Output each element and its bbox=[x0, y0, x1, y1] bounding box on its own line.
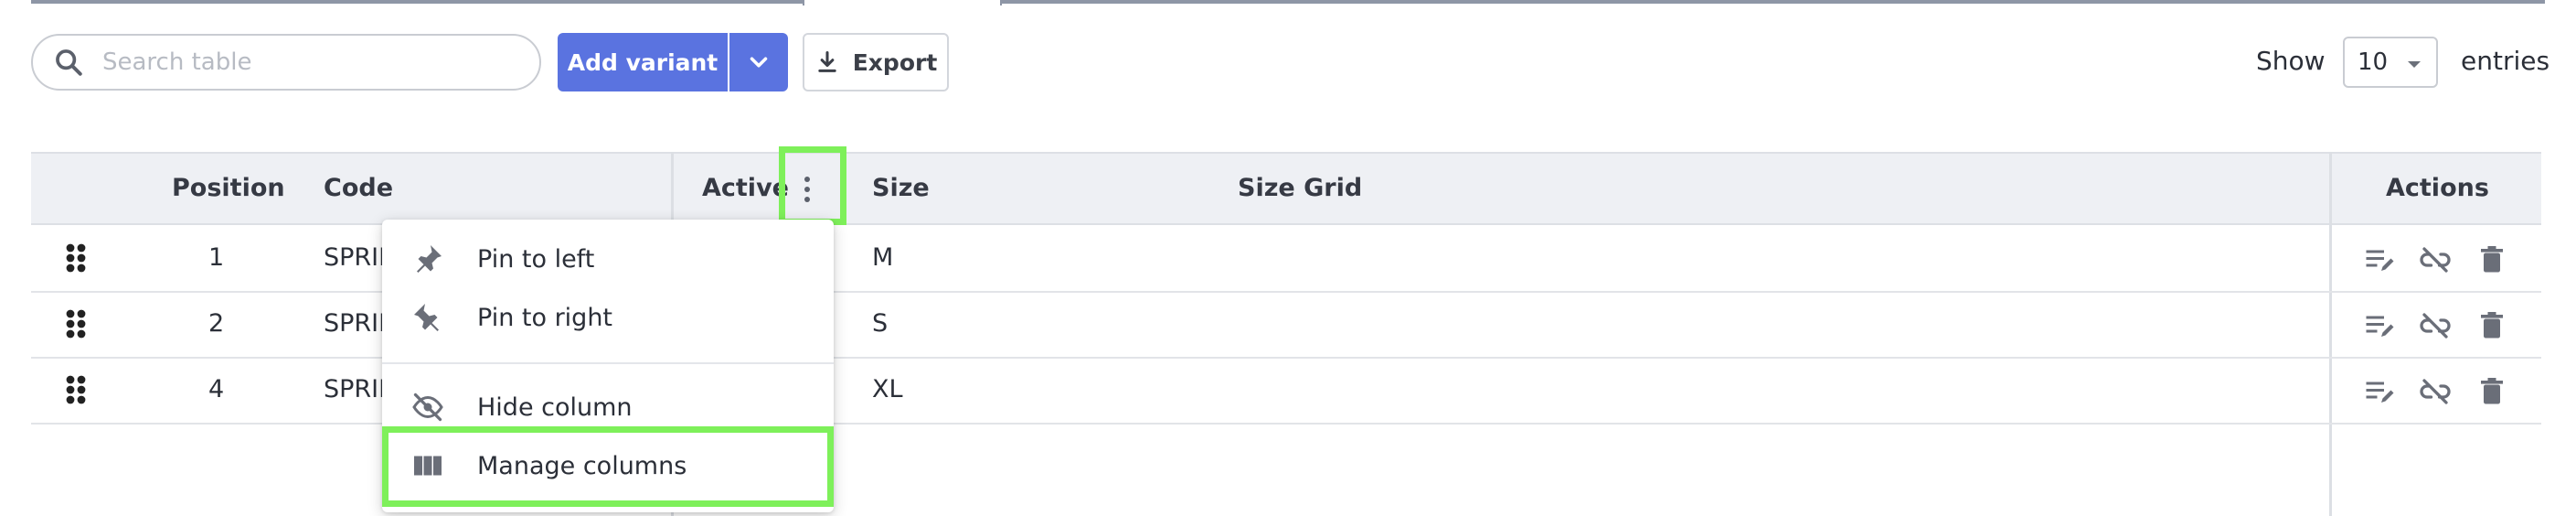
cell-position: 1 bbox=[208, 243, 225, 272]
eye-off-icon bbox=[412, 392, 443, 422]
search-icon bbox=[56, 49, 82, 76]
header-code[interactable]: Code bbox=[324, 174, 393, 202]
cell-position: 2 bbox=[208, 309, 225, 338]
cell-size: M bbox=[872, 243, 894, 272]
highlight-manage-columns bbox=[382, 426, 834, 507]
pin-right-icon bbox=[414, 304, 439, 331]
export-label: Export bbox=[852, 48, 938, 76]
show-label: Show bbox=[2256, 46, 2326, 76]
trash-icon[interactable] bbox=[2475, 309, 2508, 342]
search-box[interactable] bbox=[31, 34, 541, 91]
search-input[interactable] bbox=[101, 48, 506, 77]
entries-select[interactable]: 10 bbox=[2343, 37, 2438, 88]
menu-divider bbox=[382, 362, 834, 364]
add-variant-dropdown-button[interactable] bbox=[729, 33, 788, 91]
cell-size: XL bbox=[872, 375, 903, 403]
unlink-icon[interactable] bbox=[2419, 309, 2452, 342]
entries-value: 10 bbox=[2358, 48, 2389, 76]
download-icon bbox=[818, 50, 836, 72]
trash-icon[interactable] bbox=[2475, 243, 2508, 276]
highlight-kebab bbox=[779, 146, 846, 225]
tab-edge-left bbox=[803, 0, 804, 5]
drag-handle-icon[interactable] bbox=[66, 375, 86, 404]
menu-item-pin-right[interactable]: Pin to right bbox=[382, 289, 834, 346]
menu-label-pin-left: Pin to left bbox=[477, 244, 595, 274]
tab-strip-right bbox=[1000, 0, 2545, 4]
unlink-icon[interactable] bbox=[2419, 375, 2452, 408]
cell-size: S bbox=[872, 309, 889, 338]
caret-down-icon bbox=[2408, 61, 2421, 68]
edit-icon[interactable] bbox=[2362, 309, 2395, 342]
unlink-icon[interactable] bbox=[2419, 243, 2452, 276]
header-position[interactable]: Position bbox=[172, 174, 285, 202]
header-size-grid[interactable]: Size Grid bbox=[1238, 174, 1362, 202]
entries-label: entries bbox=[2461, 46, 2550, 76]
cell-position: 4 bbox=[208, 375, 225, 403]
column-separator[interactable] bbox=[2329, 152, 2332, 516]
menu-item-pin-left[interactable]: Pin to left bbox=[382, 231, 834, 287]
pin-left-icon bbox=[417, 245, 442, 273]
edit-icon[interactable] bbox=[2362, 243, 2395, 276]
menu-label-pin-right: Pin to right bbox=[477, 303, 613, 332]
drag-handle-icon[interactable] bbox=[66, 309, 86, 339]
trash-icon[interactable] bbox=[2475, 375, 2508, 408]
tab-strip-left bbox=[31, 0, 804, 4]
menu-label-hide-column: Hide column bbox=[477, 392, 633, 422]
drag-handle-icon[interactable] bbox=[66, 243, 86, 273]
header-active[interactable]: Active bbox=[702, 174, 789, 202]
chevron-down-icon bbox=[750, 57, 768, 68]
header-size[interactable]: Size bbox=[872, 174, 930, 202]
export-button[interactable]: Export bbox=[803, 33, 949, 91]
edit-icon[interactable] bbox=[2362, 375, 2395, 408]
add-variant-button[interactable]: Add variant bbox=[558, 33, 728, 91]
header-actions[interactable]: Actions bbox=[2386, 174, 2489, 202]
